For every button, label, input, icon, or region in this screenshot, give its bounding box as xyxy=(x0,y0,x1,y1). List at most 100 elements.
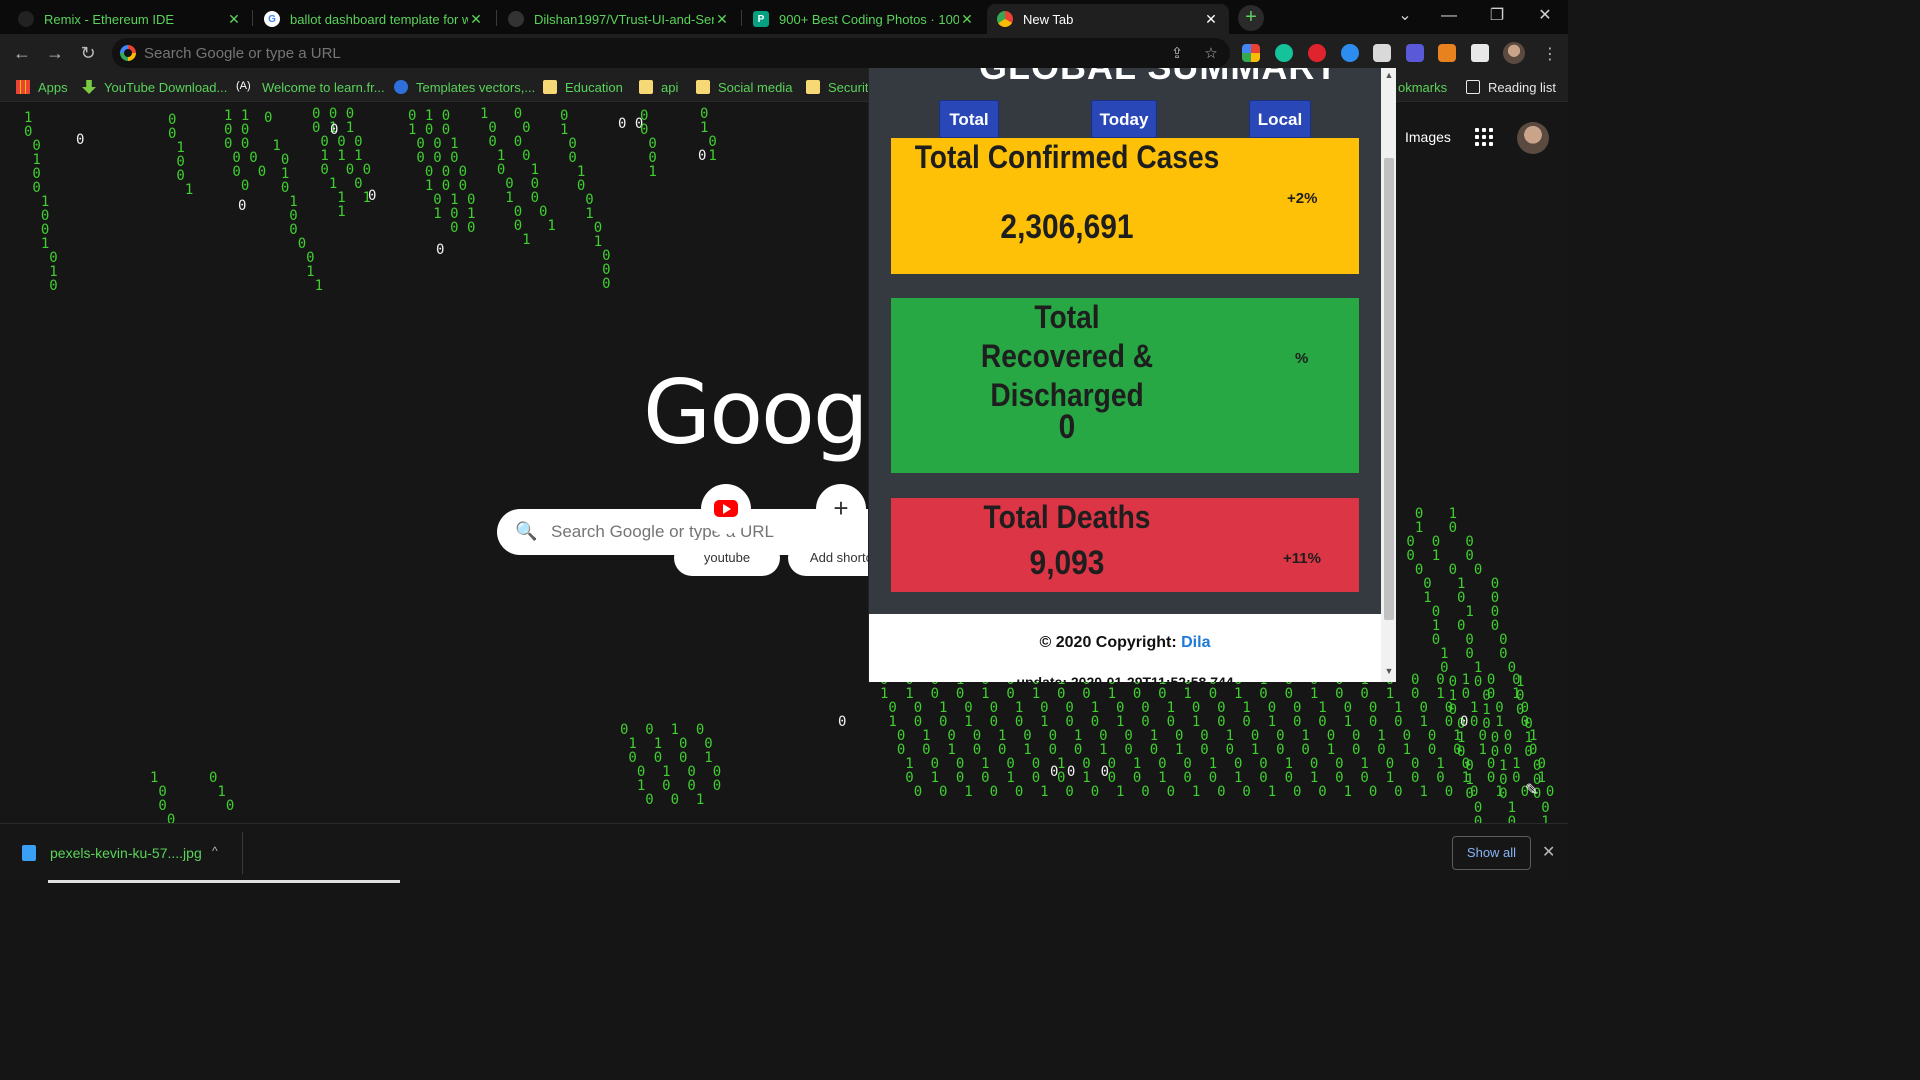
window-close-icon[interactable]: ✕ xyxy=(1530,4,1560,28)
chevron-up-icon[interactable]: ^ xyxy=(212,844,218,858)
tab-search-icon[interactable]: ⌄ xyxy=(1390,4,1420,28)
scroll-thumb[interactable] xyxy=(1384,158,1394,620)
apps-grid-icon xyxy=(16,80,30,94)
copyright-prefix: © 2020 Copyright: xyxy=(1039,634,1177,651)
matrix-rain-decoration: 0 xyxy=(1460,714,1469,730)
minimize-icon[interactable]: — xyxy=(1434,4,1464,28)
reading-list-icon xyxy=(1466,80,1480,94)
tab-remix[interactable]: Remix - Ethereum IDE ✕ xyxy=(8,4,252,34)
customize-pencil-icon[interactable]: ✎ xyxy=(1525,780,1538,800)
bookmark-social-media[interactable]: Social media xyxy=(696,78,792,96)
youtube-shortcut-icon[interactable] xyxy=(701,484,751,534)
other-bookmarks[interactable]: okmarks xyxy=(1398,78,1447,96)
reload-icon[interactable]: ↻ xyxy=(76,41,100,65)
matrix-rain-decoration: 0 0 1 0 0 1 xyxy=(168,112,194,198)
tab-github[interactable]: Dilshan1997/VTrust-UI-and-Serv ✕ xyxy=(498,4,740,34)
address-bar[interactable]: ⇪ ☆ xyxy=(112,38,1230,68)
close-icon[interactable]: ✕ xyxy=(714,11,730,28)
tab-today[interactable]: Today xyxy=(1091,100,1157,138)
new-tab-button[interactable]: + xyxy=(1238,5,1264,31)
extension-flag-icon[interactable] xyxy=(1406,44,1424,62)
extension-play-icon[interactable] xyxy=(1341,44,1359,62)
close-icon[interactable]: ✕ xyxy=(1542,842,1555,862)
card-value: 0 xyxy=(1058,408,1076,446)
matrix-rain-decoration: 0 xyxy=(76,132,85,148)
metamask-icon[interactable] xyxy=(1438,44,1456,62)
add-shortcut-icon[interactable]: + xyxy=(816,484,866,534)
search-icon: 🔍 xyxy=(515,521,538,541)
restore-icon[interactable]: ❐ xyxy=(1482,4,1512,28)
bookmark-learn[interactable]: (A) Welcome to learn.fr... xyxy=(236,78,385,96)
tab-title: New Tab xyxy=(1023,11,1074,27)
profile-avatar[interactable] xyxy=(1503,42,1525,64)
card-title: Total Confirmed Cases xyxy=(914,139,1220,175)
copyright-text: © 2020 Copyright: Dila xyxy=(869,634,1381,652)
matrix-rain-decoration: 1 1 0 0 0 0 0 0 0 0 0 xyxy=(224,108,267,194)
popup-scrollbar[interactable]: ▲ ▼ xyxy=(1381,68,1396,682)
extension-active-icon[interactable] xyxy=(1373,44,1391,62)
google-icon xyxy=(120,45,136,61)
card-percent: % xyxy=(1295,350,1309,367)
tab-title: 900+ Best Coding Photos · 100% xyxy=(779,11,959,27)
download-progress-bar xyxy=(48,880,400,883)
card-title: Total Recovered & Discharged xyxy=(980,299,1154,413)
download-separator xyxy=(242,832,243,874)
card-percent: +2% xyxy=(1287,190,1318,207)
google-apps-icon[interactable] xyxy=(1475,128,1495,148)
tab-title: Dilshan1997/VTrust-UI-and-Serv xyxy=(534,11,714,27)
bookmark-label: Welcome to learn.fr... xyxy=(262,79,385,95)
bookmark-api[interactable]: api xyxy=(639,78,678,96)
folder-icon xyxy=(806,80,820,94)
bookmark-label: Social media xyxy=(718,79,793,95)
tab-ballot[interactable]: G ballot dashboard template for we ✕ xyxy=(254,4,494,34)
bookmark-security[interactable]: Securit xyxy=(806,78,868,96)
download-bar: pexels-kevin-ku-57....jpg ^ Show all ✕ xyxy=(0,823,1568,883)
close-icon[interactable]: ✕ xyxy=(1203,11,1219,28)
matrix-rain-decoration: 0 xyxy=(330,122,339,138)
close-icon[interactable]: ✕ xyxy=(226,11,242,28)
tab-new-tab[interactable]: New Tab ✕ xyxy=(987,4,1229,34)
address-input[interactable] xyxy=(144,38,1154,68)
extension-icon[interactable] xyxy=(1242,44,1260,62)
share-icon[interactable]: ⇪ xyxy=(1168,45,1186,63)
extension-popup: GLOBAL SUMMARY Total Today Local Total C… xyxy=(868,68,1396,682)
reading-list[interactable]: Reading list xyxy=(1466,78,1556,96)
bookmark-apps[interactable]: Apps xyxy=(16,78,68,96)
bookmark-youtube-downloader[interactable]: YouTube Download... xyxy=(82,78,227,96)
images-link[interactable]: Images xyxy=(1405,129,1451,145)
scroll-up-icon[interactable]: ▲ xyxy=(1381,70,1396,82)
tab-separator xyxy=(252,10,253,26)
folder-icon xyxy=(639,80,653,94)
tab-strip: Remix - Ethereum IDE ✕ G ballot dashboar… xyxy=(0,0,1568,34)
grammarly-icon[interactable] xyxy=(1275,44,1293,62)
close-icon[interactable]: ✕ xyxy=(959,11,975,28)
close-icon[interactable]: ✕ xyxy=(468,11,484,28)
forward-icon[interactable]: → xyxy=(43,41,67,65)
deaths-card: Total Deaths 9,093 +11% xyxy=(891,498,1359,592)
show-all-button[interactable]: Show all xyxy=(1452,836,1531,870)
shortcut-youtube[interactable]: youtube xyxy=(674,540,780,576)
tab-separator xyxy=(741,10,742,26)
account-avatar[interactable] xyxy=(1517,122,1549,154)
bookmark-education[interactable]: Education xyxy=(543,78,623,96)
matrix-rain-decoration: 0 0 0 0 1 1 0 0 0 1 1 1 0 0 0 1 0 1 1 1 xyxy=(312,106,372,220)
extension-hand-icon[interactable] xyxy=(1308,44,1326,62)
bookmark-star-icon[interactable]: ☆ xyxy=(1202,45,1220,63)
tab-pexels[interactable]: P 900+ Best Coding Photos · 100% ✕ xyxy=(743,4,985,34)
scroll-down-icon[interactable]: ▼ xyxy=(1381,666,1396,678)
bookmark-templates[interactable]: Templates vectors,... xyxy=(394,78,535,96)
tab-local[interactable]: Local xyxy=(1249,100,1311,138)
matrix-rain-decoration: 0 xyxy=(238,198,247,214)
browser-toolbar: ← → ↻ ⇪ ☆ xyxy=(0,34,1568,72)
puzzle-icon[interactable] xyxy=(1471,44,1489,62)
matrix-rain-decoration: 0 xyxy=(368,188,377,204)
download-filename[interactable]: pexels-kevin-ku-57....jpg xyxy=(50,845,202,861)
matrix-rain-decoration: 0 0 0 xyxy=(1050,764,1110,780)
google-icon: G xyxy=(264,11,280,27)
copyright-link[interactable]: Dila xyxy=(1181,634,1210,651)
menu-kebab-icon[interactable]: ⋮ xyxy=(1542,44,1558,64)
popup-footer: © 2020 Copyright: Dila update: 2020-01-2… xyxy=(869,614,1381,682)
back-icon[interactable]: ← xyxy=(10,41,34,65)
youtube-icon xyxy=(714,500,738,517)
tab-total[interactable]: Total xyxy=(939,100,999,138)
